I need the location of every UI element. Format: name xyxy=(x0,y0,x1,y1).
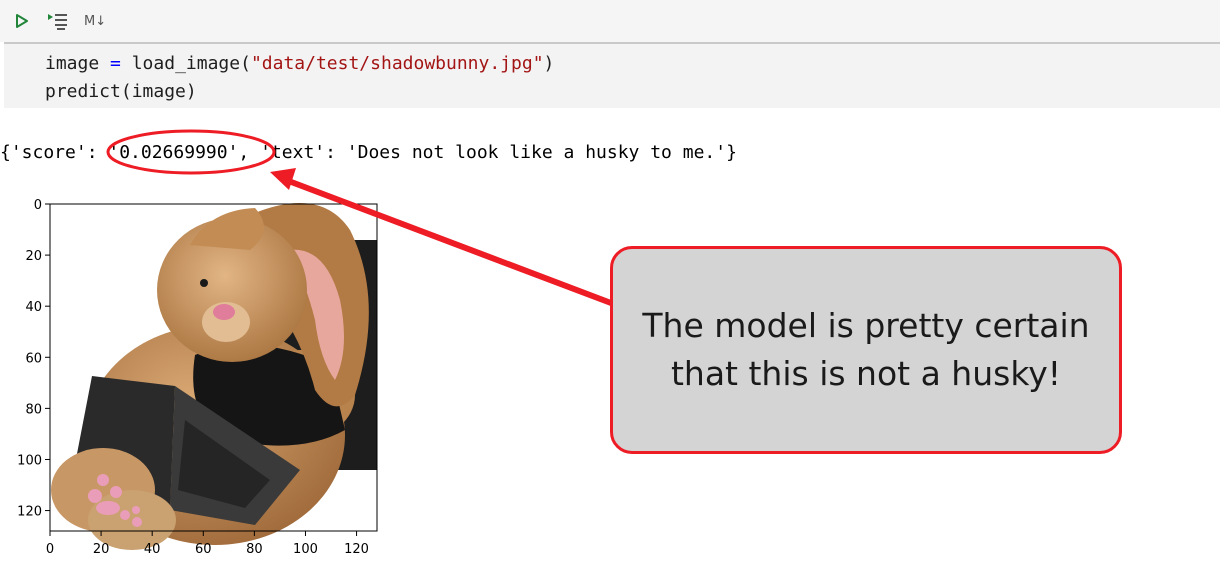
y-tick-label: 120 xyxy=(17,505,42,520)
y-axis: 0 20 40 60 80 100 120 xyxy=(17,198,50,520)
annotation-callout: The model is pretty certain that this is… xyxy=(610,246,1122,454)
code-line-2: predict(image) xyxy=(45,81,197,102)
image-plot: 0 20 40 60 80 100 120 0 20 40 60 80 100 120 xyxy=(17,198,378,557)
run-cell-button[interactable] xyxy=(14,10,34,32)
x-tick-label: 20 xyxy=(93,542,110,557)
y-tick-label: 60 xyxy=(25,351,42,366)
code-cell[interactable]: image = load_image("data/test/shadowbunn… xyxy=(4,42,1220,108)
y-tick-label: 80 xyxy=(25,402,42,417)
code-line-1: image = load_image("data/test/shadowbunn… xyxy=(45,50,554,78)
markdown-toggle[interactable]: M↓ xyxy=(84,10,112,32)
cell-toolbar: M↓ xyxy=(0,0,1220,42)
y-tick-label: 0 xyxy=(34,198,42,213)
play-icon xyxy=(16,14,28,28)
code-var: image xyxy=(45,53,100,74)
code-operator: = xyxy=(110,53,121,74)
markdown-label: M↓ xyxy=(84,13,107,29)
x-tick-label: 100 xyxy=(293,542,318,557)
y-tick-label: 40 xyxy=(25,300,42,315)
callout-arrow-head xyxy=(270,168,296,190)
cell-output-text: {'score': '0.02669990', 'text': 'Does no… xyxy=(0,140,737,166)
code-close-paren: ) xyxy=(543,53,555,74)
run-below-icon xyxy=(48,14,67,30)
x-tick-label: 0 xyxy=(46,542,54,557)
run-below-button[interactable] xyxy=(46,10,74,32)
callout-line-1: The model is pretty certain xyxy=(642,306,1090,345)
x-tick-label: 80 xyxy=(246,542,263,557)
code-func: load_image( xyxy=(131,53,251,74)
callout-line-2: that this is not a husky! xyxy=(670,354,1062,393)
output-open: {'score': xyxy=(0,142,109,163)
plot-image xyxy=(51,203,377,550)
output-rest: , 'text': 'Does not look like a husky to… xyxy=(238,142,737,163)
output-score-value: '0.02669990' xyxy=(108,142,239,163)
x-tick-label: 40 xyxy=(144,542,161,557)
code-string-arg: "data/test/shadowbunny.jpg" xyxy=(250,53,544,74)
y-tick-label: 20 xyxy=(25,249,42,264)
x-tick-label: 60 xyxy=(195,542,212,557)
x-tick-label: 120 xyxy=(344,542,369,557)
y-tick-label: 100 xyxy=(17,453,42,468)
